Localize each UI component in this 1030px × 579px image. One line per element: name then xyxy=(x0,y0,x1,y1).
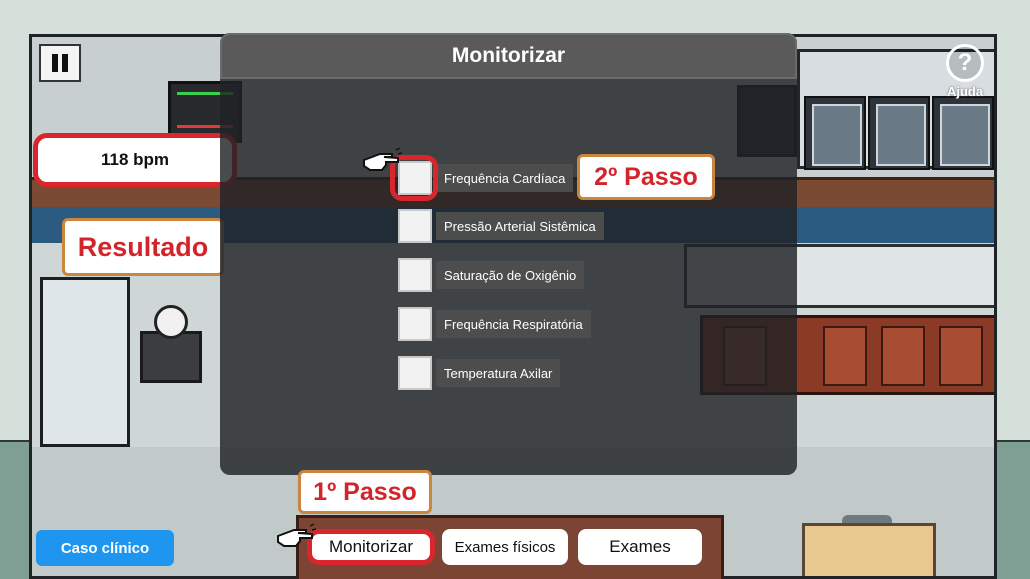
clinical-case-button[interactable]: Caso clínico xyxy=(36,530,174,566)
help-label: Ajuda xyxy=(946,84,984,99)
physical-exams-button[interactable]: Exames físicos xyxy=(442,529,568,565)
monitor-button[interactable]: Monitorizar xyxy=(307,529,435,565)
step1-annotation: 1º Passo xyxy=(298,470,432,514)
pointing-hand-icon xyxy=(277,524,316,547)
pause-button[interactable] xyxy=(39,44,81,82)
option-label: Saturação de Oxigênio xyxy=(436,261,585,289)
option-axillary-temperature[interactable]: Temperatura Axilar xyxy=(398,356,561,390)
drawer xyxy=(823,326,867,386)
checkbox[interactable] xyxy=(398,258,432,292)
drawer xyxy=(881,326,925,386)
help-button[interactable]: ? Ajuda xyxy=(940,44,990,99)
monitor-dialog: Monitorizar Frequência Cardíaca Pressão … xyxy=(220,33,797,475)
heart-rate-result: 118 bpm xyxy=(33,133,237,187)
drawer xyxy=(939,326,983,386)
checkbox[interactable] xyxy=(398,307,432,341)
clipboard xyxy=(802,523,936,576)
scale-icon xyxy=(154,305,188,339)
stretcher xyxy=(40,277,130,447)
cabinet xyxy=(868,96,930,170)
step2-annotation: 2º Passo xyxy=(577,154,715,200)
option-label: Temperatura Axilar xyxy=(436,359,561,387)
option-label: Pressão Arterial Sistêmica xyxy=(436,212,604,240)
exams-button[interactable]: Exames xyxy=(578,529,702,565)
option-oxygen-saturation[interactable]: Saturação de Oxigênio xyxy=(398,258,585,292)
cabinet xyxy=(804,96,866,170)
option-label: Frequência Cardíaca xyxy=(436,164,574,192)
checkbox[interactable] xyxy=(398,356,432,390)
checkbox[interactable] xyxy=(398,209,432,243)
pause-icon xyxy=(52,54,58,72)
option-blood-pressure[interactable]: Pressão Arterial Sistêmica xyxy=(398,209,604,243)
option-label: Frequência Respiratória xyxy=(436,310,591,338)
pointing-hand-icon xyxy=(363,148,402,171)
question-icon: ? xyxy=(946,44,984,82)
cabinet xyxy=(932,96,994,170)
option-respiratory-rate[interactable]: Frequência Respiratória xyxy=(398,307,591,341)
dialog-title: Monitorizar xyxy=(220,33,797,79)
result-annotation: Resultado xyxy=(62,218,224,276)
